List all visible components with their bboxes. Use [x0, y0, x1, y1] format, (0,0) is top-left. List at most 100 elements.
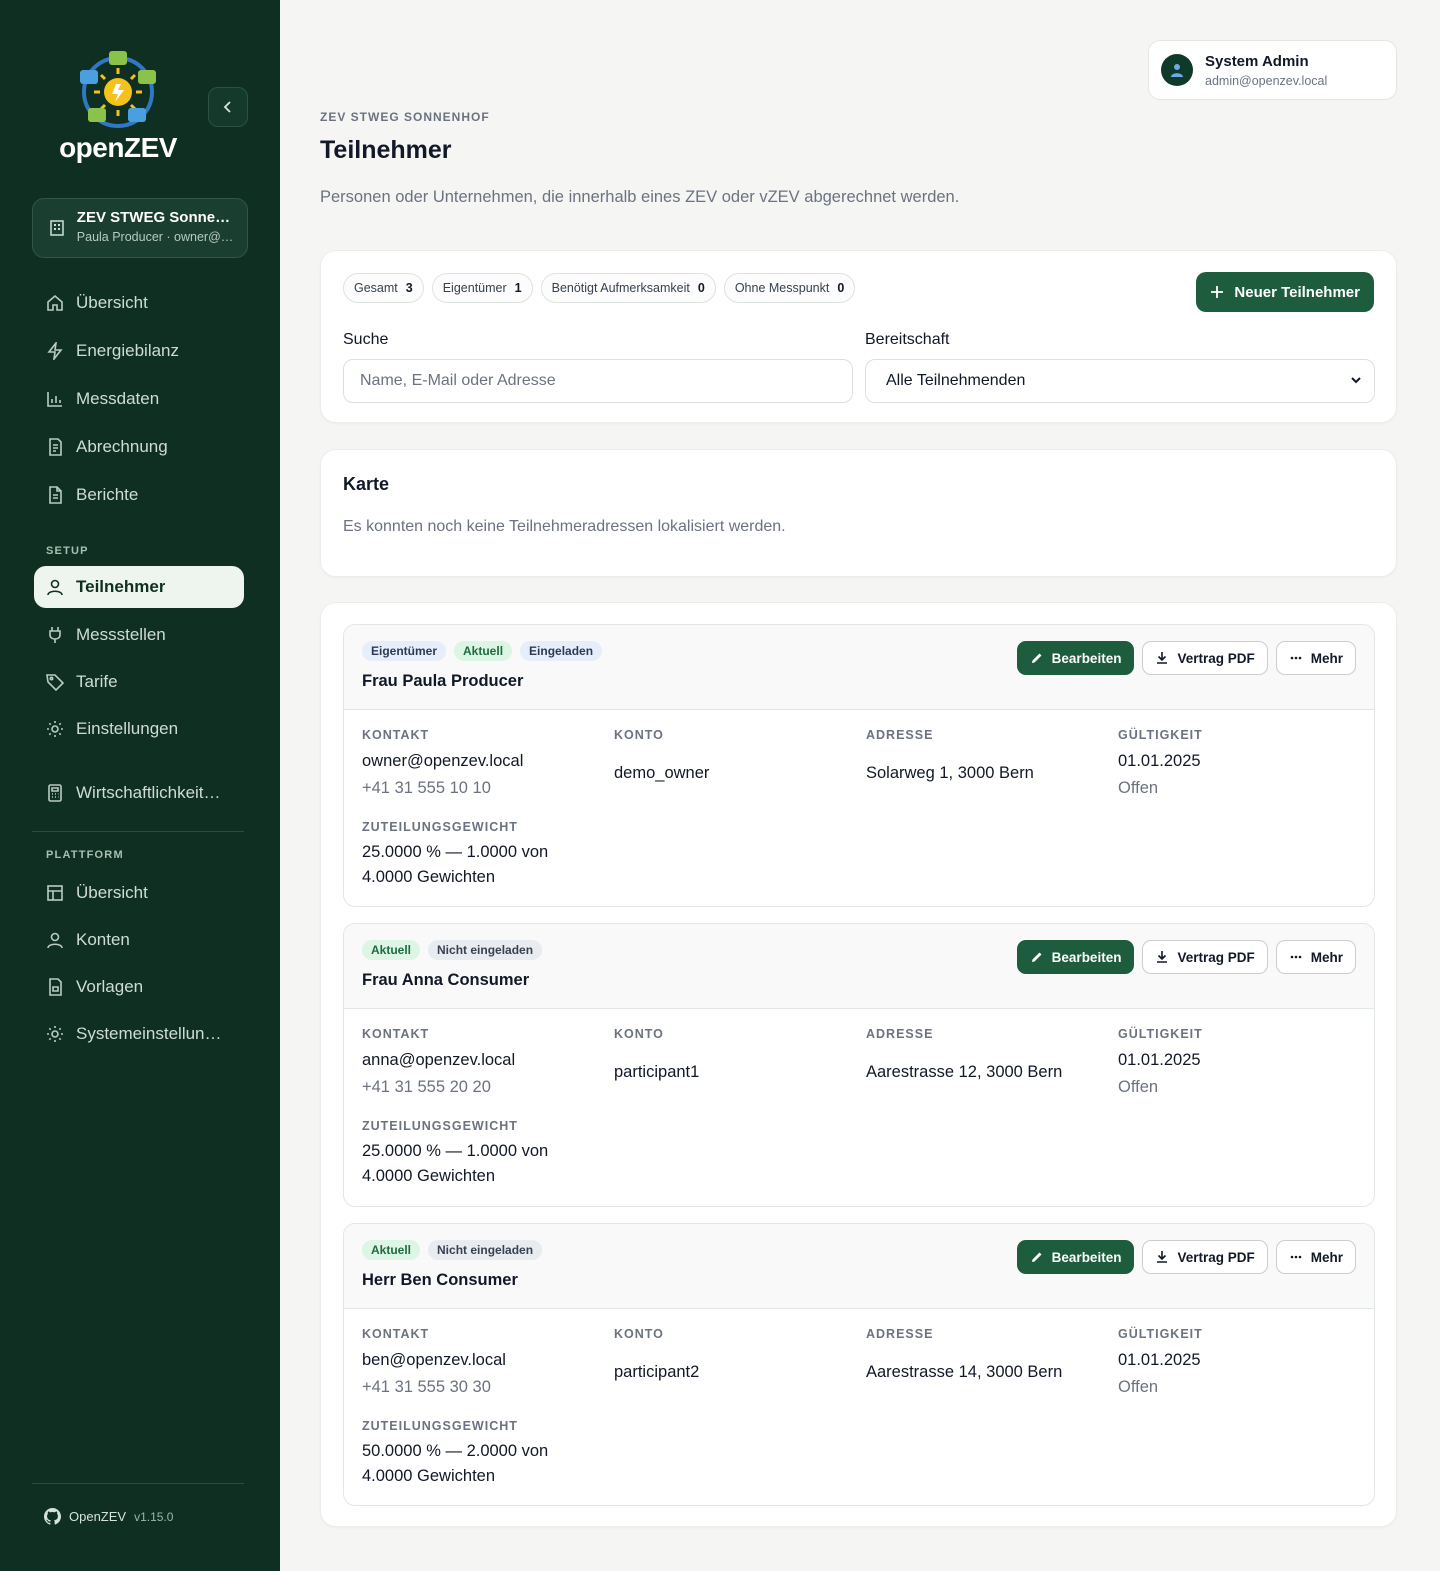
address-value: Aarestrasse 12, 3000 Bern: [866, 1063, 1063, 1081]
valid-from: 01.01.2025: [1118, 752, 1201, 770]
bolt-icon: [47, 342, 63, 360]
more-button[interactable]: Mehr: [1275, 1240, 1356, 1274]
more-button[interactable]: Mehr: [1275, 641, 1356, 675]
button-label: Neuer Teilnehmer: [1234, 283, 1360, 301]
validity-label: GÜLTIGKEIT: [1118, 1027, 1203, 1041]
dashboard-icon: [47, 885, 63, 901]
validity-label: GÜLTIGKEIT: [1118, 728, 1203, 742]
participant-details: KONTAKT ben@openzev.local +41 31 555 30 …: [344, 1309, 1374, 1505]
nav-label: Einstellungen: [76, 719, 179, 738]
nav-label: Konten: [76, 930, 130, 949]
chip-total[interactable]: Gesamt 3: [343, 273, 424, 303]
nav-item-accounts[interactable]: Konten: [34, 919, 244, 961]
nav-item-templates[interactable]: Vorlagen: [34, 966, 244, 1008]
contact-email[interactable]: owner@openzev.local: [362, 750, 523, 772]
filter-panel: Gesamt 3 Eigentümer 1 Benötigt Aufmerksamk…: [320, 250, 1397, 423]
edit-button[interactable]: Bearbeiten: [1016, 940, 1135, 974]
sidebar-divider: [32, 1483, 244, 1484]
map-title: Karte: [343, 474, 390, 494]
sidebar: openZEV ZEV STWEG Sonnenhof Paula Produc…: [0, 0, 280, 1571]
openzev-logo[interactable]: openZEV: [52, 48, 184, 166]
nav-item-overview[interactable]: Übersicht: [34, 282, 244, 324]
nav-label: Tarife: [76, 672, 118, 691]
nav-item-tariffs[interactable]: Tarife: [34, 661, 244, 703]
edit-button[interactable]: Bearbeiten: [1016, 1240, 1135, 1274]
nav-item-participants[interactable]: Teilnehmer: [34, 566, 244, 608]
nav-item-reports[interactable]: Berichte: [34, 474, 244, 516]
contact-phone: +41 31 555 30 30: [362, 1378, 491, 1396]
chip-owners[interactable]: Eigentümer 1: [431, 273, 533, 303]
invite-badge: Nicht eingeladen: [428, 1240, 543, 1260]
plus-icon: [1211, 286, 1224, 298]
home-icon: [47, 294, 63, 311]
user-menu[interactable]: System Admin admin@openzev.local: [1148, 40, 1397, 100]
chip-without-metering-point[interactable]: Ohne Messpunkt 0: [723, 273, 856, 303]
account-label: KONTO: [614, 728, 664, 742]
search-label: Suche: [343, 331, 389, 348]
sidebar-divider: [32, 831, 244, 832]
nav-label: Vorlagen: [76, 977, 144, 996]
button-label: Mehr: [1310, 1249, 1343, 1265]
participant-name[interactable]: Frau Anna Consumer: [362, 971, 529, 990]
participant-card-header: Aktuell Nicht eingeladen Herr Ben Consum…: [344, 1224, 1374, 1309]
weight-value: 25.0000 % — 1.0000 von 4.0000 Gewichten: [362, 1142, 549, 1185]
account-label: KONTO: [614, 1327, 664, 1341]
nav-item-profitability-calculator[interactable]: Wirtschaftlichkeitsrechner: [34, 772, 244, 814]
collapse-sidebar-button[interactable]: [208, 87, 248, 127]
participant-details: KONTAKT anna@openzev.local +41 31 555 20…: [344, 1009, 1374, 1205]
nav-label: Übersicht: [76, 883, 148, 902]
chip-count: 0: [837, 281, 845, 295]
button-label: Vertrag PDF: [1177, 1249, 1255, 1265]
gear-icon: [47, 721, 63, 737]
more-dots-icon: [1290, 656, 1302, 660]
contract-pdf-button[interactable]: Vertrag PDF: [1142, 1240, 1268, 1274]
valid-to: Offen: [1118, 779, 1159, 797]
contract-pdf-button[interactable]: Vertrag PDF: [1142, 641, 1268, 675]
readiness-select[interactable]: Alle Teilnehmenden: [865, 359, 1375, 403]
chevron-down-icon: [1351, 377, 1361, 384]
button-label: Mehr: [1310, 650, 1343, 666]
more-button[interactable]: Mehr: [1275, 940, 1356, 974]
user-email: admin@openzev.local: [1205, 73, 1328, 88]
nav-label: Systemeinstellungen: [76, 1024, 226, 1043]
avatar: [1161, 54, 1193, 86]
map-empty-text: Es konnten noch keine Teilnehmeradressen…: [343, 518, 786, 535]
plug-icon: [49, 627, 61, 643]
download-icon: [1157, 951, 1168, 963]
participant-name[interactable]: Herr Ben Consumer: [362, 1271, 518, 1290]
new-participant-button[interactable]: Neuer Teilnehmer: [1196, 272, 1374, 312]
invite-badge: Nicht eingeladen: [428, 940, 543, 960]
nav-item-metering-points[interactable]: Messstellen: [34, 614, 244, 656]
contact-phone: +41 31 555 10 10: [362, 779, 491, 797]
edit-button[interactable]: Bearbeiten: [1016, 641, 1135, 675]
contact-email[interactable]: anna@openzev.local: [362, 1049, 515, 1071]
nav-item-settings[interactable]: Einstellungen: [34, 708, 244, 750]
logo-text: openZEV: [59, 132, 177, 163]
valid-to: Offen: [1118, 1378, 1159, 1396]
contact-email[interactable]: ben@openzev.local: [362, 1349, 506, 1371]
user-icon: [47, 579, 63, 596]
address-value: Aarestrasse 14, 3000 Bern: [866, 1363, 1063, 1381]
readiness-label: Bereitschaft: [865, 331, 950, 348]
contract-pdf-button[interactable]: Vertrag PDF: [1142, 940, 1268, 974]
search-input[interactable]: Name, E-Mail oder Adresse: [343, 359, 853, 403]
status-badge: Aktuell: [454, 641, 513, 661]
chip-count: 1: [514, 281, 522, 295]
org-switcher[interactable]: ZEV STWEG Sonnenhof Paula Producer · own…: [32, 198, 248, 258]
page-eyebrow: ZEV STWEG SONNENHOF: [320, 110, 490, 124]
nav-item-metering-data[interactable]: Messdaten: [34, 378, 244, 420]
nav-item-energy-balance[interactable]: Energiebilanz: [34, 330, 244, 372]
nav-item-billing[interactable]: Abrechnung: [34, 426, 244, 468]
nav-label: Energiebilanz: [76, 341, 180, 360]
user-name: System Admin: [1205, 52, 1309, 70]
weight-label: ZUTEILUNGSGEWICHT: [362, 1419, 518, 1433]
status-badge: Aktuell: [362, 940, 421, 960]
participant-name[interactable]: Frau Paula Producer: [362, 672, 523, 691]
sidebar-footer[interactable]: OpenZEV v1.15.0: [44, 1508, 173, 1525]
chip-needs-attention[interactable]: Benötigt Aufmerksamkeit 0: [540, 273, 716, 303]
valid-to: Offen: [1118, 1078, 1159, 1096]
nav-item-system-settings[interactable]: Systemeinstellungen: [34, 1013, 244, 1055]
account-value: participant1: [614, 1063, 700, 1081]
nav-item-platform-overview[interactable]: Übersicht: [34, 872, 244, 914]
users-icon: [47, 932, 63, 949]
